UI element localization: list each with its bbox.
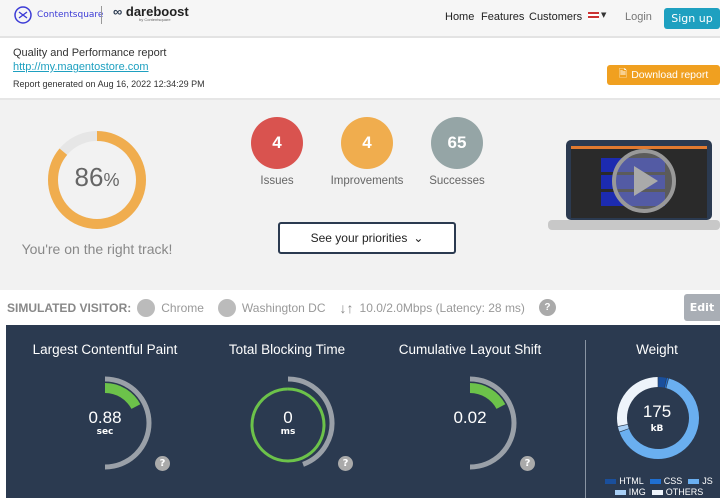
legend-item: HTML [605,476,644,486]
legend-item: IMG [614,487,646,497]
edit-button[interactable]: Edit [684,294,720,321]
download-report-button[interactable]: 🗎 Download report [607,65,720,85]
chevron-down-icon: ⌄ [413,231,424,245]
network-value: 10.0/2.0Mbps (Latency: 28 ms) [359,300,525,315]
score-value: 86% [74,162,120,192]
help-icon[interactable]: ? [520,456,535,471]
us-flag-icon[interactable] [588,12,599,20]
brand-name: Contentsquare [37,10,104,20]
legend-swatch [605,478,617,484]
lcp-unit: sec [96,427,114,437]
chevron-down-icon[interactable]: ▼ [601,11,606,19]
tbt-value: 0 [283,408,293,427]
weight-legend: HTML CSS JS IMG OTHERS [600,476,718,497]
legend-label: OTHERS [665,487,704,497]
see-priorities-button[interactable]: See your priorities ⌄ [278,222,456,254]
improvements-count[interactable]: 4 [341,117,393,169]
signup-button[interactable]: Sign up [664,8,720,29]
login-link[interactable]: Login [625,11,652,23]
improvements-label: Improvements [330,175,404,187]
legend-swatch [651,489,663,495]
chrome-icon [137,298,156,317]
globe-icon [217,298,236,317]
legend-swatch [688,478,700,484]
legend-label: CSS [663,476,683,486]
report-generated: Report generated on Aug 16, 2022 12:34:2… [13,79,205,89]
legend-item: JS [688,476,713,486]
cls-value: 0.02 [453,408,487,427]
legend-item: OTHERS [651,487,704,497]
legend-label: IMG [628,487,646,497]
report-url-link[interactable]: http://my.magentostore.com [13,61,149,73]
nav-home[interactable]: Home [445,11,474,23]
contentsquare-logo[interactable]: Contentsquare [14,6,103,24]
lcp-value: 0.88 [88,408,122,427]
browser-value: Chrome [161,300,204,315]
tbt-unit: ms [280,427,296,437]
dareboost-logo[interactable]: ∞ dareboost by Contentsquare [113,4,189,22]
help-icon[interactable]: ? [155,456,170,471]
up-down-arrows-icon: ↓↑ [339,299,354,316]
download-label: Download report [631,69,709,81]
successes-count[interactable]: 65 [431,117,483,169]
weight-unit: kB [650,424,664,434]
divider [101,6,102,24]
location-value: Washington DC [241,300,326,315]
priorities-label: See your priorities [310,231,408,245]
help-icon[interactable]: ? [538,299,556,316]
nav-features[interactable]: Features [481,11,524,23]
issues-label: Issues [260,175,294,187]
top-navbar: Contentsquare ∞ dareboost by Contentsquar… [0,0,720,38]
help-icon[interactable]: ? [338,456,353,471]
video-thumbnail[interactable] [548,138,720,234]
weight-segment-html [658,377,667,388]
score-message: You're on the right track! [21,241,173,257]
nav-customers[interactable]: Customers [529,11,582,23]
simulated-visitor-bar: SIMULATED VISITOR: Chrome Washington DC … [0,290,720,325]
issues-count[interactable]: 4 [251,117,303,169]
legend-item: CSS [649,476,683,486]
report-title: Quality and Performance report [13,47,167,59]
visitor-label: SIMULATED VISITOR: [7,300,132,315]
successes-label: Successes [429,175,485,187]
legend-swatch [614,489,626,495]
pdf-icon: 🗎 [618,68,628,80]
weight-value: 175 [642,402,672,421]
legend-label: JS [702,476,713,486]
legend-swatch [649,478,661,484]
legend-label: HTML [619,476,644,486]
